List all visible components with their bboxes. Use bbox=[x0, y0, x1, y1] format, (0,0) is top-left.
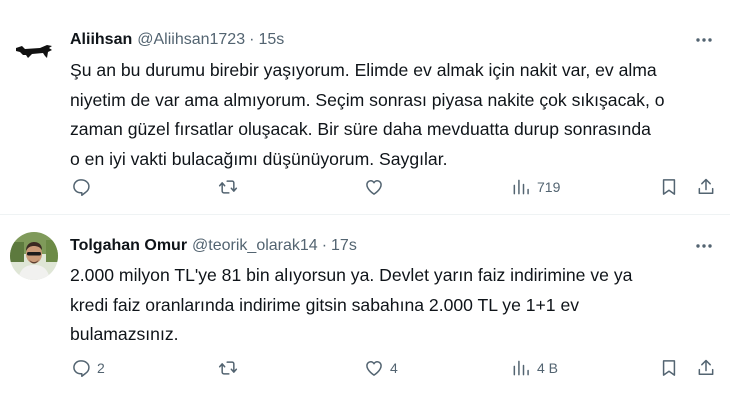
reply-button[interactable] bbox=[71, 175, 97, 199]
tweet-text-line: kredi faiz oranlarında indirime gitsin s… bbox=[70, 294, 580, 315]
tweet-text-line: o en iyi vakti bulacağımı düşünüyorum. S… bbox=[70, 148, 448, 169]
bookmark-button[interactable] bbox=[659, 356, 679, 380]
tweet-text-line: 2.000 milyon TL'ye 81 bin alıyorsun ya. … bbox=[70, 265, 633, 285]
retweet-icon bbox=[218, 361, 238, 375]
tweet-text-line: Şu an bu durumu birebir yaşıyorum. Elimd… bbox=[70, 60, 657, 80]
tweet-header: Aliihsan @Aliihsan1723 · 15s bbox=[70, 29, 284, 51]
heart-icon bbox=[366, 180, 382, 195]
share-icon bbox=[698, 178, 714, 194]
analytics-icon bbox=[513, 360, 529, 376]
views-count: 4 B bbox=[537, 360, 559, 376]
tweet-item[interactable]: Tolgahan Omur @teorik_olarak14 · 17s 2.0… bbox=[0, 216, 730, 420]
analytics-icon bbox=[513, 179, 529, 195]
tweet-header: Tolgahan Omur @teorik_olarak14 · 17s bbox=[70, 235, 357, 257]
views-button[interactable]: 4 B bbox=[511, 356, 558, 380]
action-bar: 719 bbox=[70, 175, 720, 199]
timestamp[interactable]: 15s bbox=[258, 31, 284, 49]
action-bar: 2 4 4 B bbox=[70, 356, 720, 380]
author-name[interactable]: Aliihsan bbox=[70, 31, 132, 49]
views-button[interactable]: 719 bbox=[511, 175, 560, 199]
views-count: 719 bbox=[537, 179, 561, 195]
share-button[interactable] bbox=[696, 175, 716, 199]
avatar[interactable] bbox=[10, 232, 58, 280]
tweet-text-line: bulamazsınız. bbox=[70, 324, 179, 344]
author-handle[interactable]: @Aliihsan1723 bbox=[137, 31, 245, 49]
avatar[interactable] bbox=[10, 28, 58, 76]
reply-count: 2 bbox=[97, 360, 105, 376]
retweet-icon bbox=[218, 180, 238, 194]
author-handle[interactable]: @teorik_olarak14 bbox=[192, 237, 318, 255]
like-button[interactable]: 4 bbox=[364, 356, 398, 380]
reply-icon bbox=[73, 360, 90, 377]
bookmark-button[interactable] bbox=[659, 175, 679, 199]
share-button[interactable] bbox=[696, 356, 716, 380]
author-name[interactable]: Tolgahan Omur bbox=[70, 237, 187, 255]
more-button[interactable] bbox=[692, 236, 716, 256]
timestamp[interactable]: 17s bbox=[331, 237, 357, 255]
bookmark-icon bbox=[662, 360, 676, 376]
more-button[interactable] bbox=[692, 30, 716, 50]
like-count: 4 bbox=[390, 360, 398, 376]
bookmark-icon bbox=[662, 179, 676, 195]
user-photo-avatar bbox=[10, 232, 58, 280]
tweet-text-line: niyetim de var ama almıyorum. Seçim sonr… bbox=[70, 89, 665, 110]
tweet-text: 2.000 milyon TL'ye 81 bin alıyorsun ya. … bbox=[70, 261, 720, 350]
retweet-button[interactable] bbox=[218, 356, 244, 380]
heart-icon bbox=[366, 361, 382, 376]
more-dots-icon bbox=[696, 38, 712, 42]
like-button[interactable] bbox=[364, 175, 390, 199]
reply-button[interactable]: 2 bbox=[71, 356, 105, 380]
tweet-text: Şu an bu durumu birebir yaşıyorum. Elimd… bbox=[70, 56, 720, 174]
separator-dot: · bbox=[249, 31, 255, 48]
tweet-item[interactable]: Aliihsan @Aliihsan1723 · 15s Şu an bu du… bbox=[0, 0, 730, 215]
retweet-button[interactable] bbox=[218, 175, 244, 199]
share-icon bbox=[698, 359, 714, 375]
bull-logo-icon bbox=[16, 45, 52, 58]
reply-icon bbox=[73, 179, 90, 196]
tweet-text-line: zaman güzel fırsatlar oluşacak. Bir süre… bbox=[70, 119, 651, 139]
separator-dot: · bbox=[321, 237, 328, 254]
more-dots-icon bbox=[696, 244, 712, 248]
